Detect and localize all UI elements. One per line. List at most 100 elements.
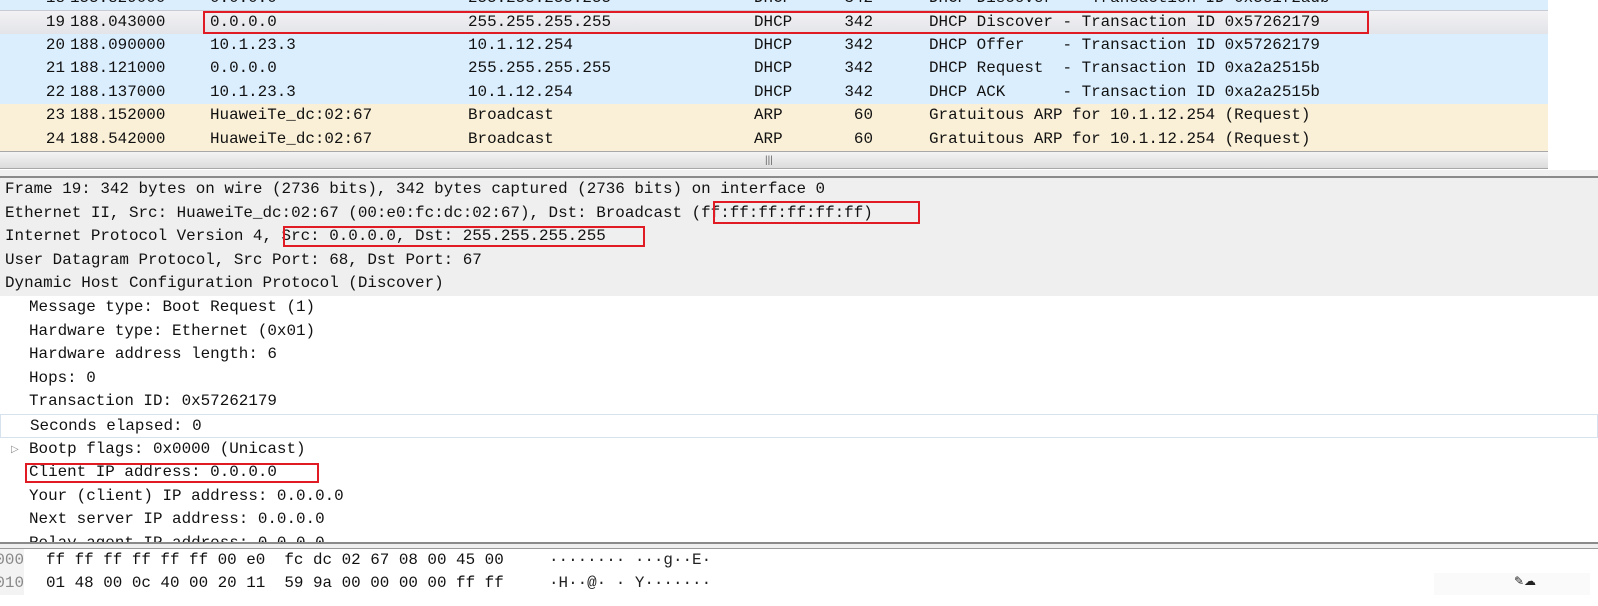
- packet-cell-protocol: ARP: [754, 129, 783, 148]
- packet-cell-no: 18: [46, 0, 65, 10]
- packet-cell-no: 20: [45, 35, 65, 54]
- packet-cell-time: 188.137000: [70, 82, 166, 101]
- field-text: Hops: 0: [29, 368, 96, 387]
- packet-cell-time: 188.121000: [70, 59, 166, 77]
- packet-cell-info: DHCP ACK - Transaction ID 0xa2a2515b: [929, 82, 1320, 101]
- field-text: Hardware address length: 6: [29, 345, 277, 364]
- packet-cell-time: 188.043000: [70, 13, 166, 31]
- tree-item-protocol[interactable]: User Datagram Protocol, Src Port: 68, Ds…: [0, 248, 1598, 273]
- packet-cell-info: DHCP Discover - Transaction ID 0x5726217…: [929, 13, 1320, 31]
- packet-cell-source: 10.1.23.3: [210, 35, 296, 54]
- packet-cell-time: 188.090000: [70, 35, 166, 54]
- packet-cell-source: HuaweiTe_dc:02:67: [210, 106, 373, 124]
- hex-row[interactable]: 0000 ff ff ff ff ff ff 00 e0 fc dc 02 67 …: [0, 549, 1598, 572]
- packet-cell-info: DHCP Discover - Transaction ID 0x5e1f2ad…: [929, 0, 1330, 10]
- tree-item-field[interactable]: Hardware address length: 6: [0, 343, 1598, 367]
- tree-item-protocol[interactable]: Internet Protocol Version 4, Src: 0.0.0.…: [0, 225, 1598, 249]
- field-text: Seconds elapsed: 0: [30, 417, 202, 435]
- packet-cell-info: DHCP Offer - Transaction ID 0x57262179: [929, 35, 1320, 54]
- field-text: Message type: Boot Request (1): [29, 298, 316, 316]
- pane-splitter[interactable]: [0, 170, 1598, 178]
- packet-cell-length: 60: [853, 129, 873, 148]
- packet-cell-destination: 10.1.12.254: [468, 82, 573, 101]
- packet-cell-info: Gratuitous ARP for 10.1.12.254 (Request): [929, 129, 1311, 148]
- packet-cell-length: 342: [844, 82, 873, 101]
- tree-item-field[interactable]: Client IP address: 0.0.0.0: [0, 461, 1598, 485]
- hex-ascii: ·H··@· · Y·······: [549, 574, 712, 592]
- packet-cell-destination: 255.255.255.255: [468, 59, 612, 77]
- status-area: [1434, 573, 1590, 595]
- packet-cell-time: 188.152000: [70, 106, 166, 124]
- packet-row[interactable]: 23 188.152000 HuaweiTe_dc:02:67 Broadcast AR…: [0, 104, 1548, 128]
- packet-cell-source: 0.0.0.0: [210, 13, 277, 31]
- packet-row[interactable]: 20 188.090000 10.1.23.3 10.1.12.254 DHCP 342 D…: [0, 33, 1548, 57]
- expert-info-icon[interactable]: ✎☁: [1514, 574, 1536, 588]
- packet-list-horizontal-scrollbar[interactable]: |||: [0, 151, 1548, 169]
- packet-row[interactable]: 19 188.043000 0.0.0.0 255.255.255.255 DHCP 34…: [0, 10, 1548, 36]
- packet-cell-source: 0.0.0.0: [210, 0, 277, 10]
- packet-cell-destination: Broadcast: [468, 106, 554, 124]
- hex-offset: 0010: [0, 572, 24, 595]
- tree-item-field[interactable]: Next server IP address: 0.0.0.0: [0, 508, 1598, 532]
- packet-cell-destination: 255.255.255.255: [468, 13, 612, 31]
- tree-item-field[interactable]: ▷ Bootp flags: 0x0000 (Unicast): [0, 438, 1598, 462]
- pane-splitter[interactable]: [0, 542, 1598, 549]
- packet-cell-source: 0.0.0.0: [210, 59, 277, 77]
- packet-cell-destination: Broadcast: [468, 129, 554, 148]
- hex-ascii: ········ ···g··E·: [549, 551, 712, 569]
- packet-row[interactable]: 18 155.829000 0.0.0.0 255.255.255.255 DHCP 34…: [0, 0, 1548, 10]
- hex-bytes: ff ff ff ff ff ff 00 e0 fc dc 02 67 08 0…: [46, 551, 504, 569]
- field-text: Your (client) IP address: 0.0.0.0: [29, 486, 344, 505]
- packet-cell-length: 342: [844, 13, 873, 31]
- field-text: Next server IP address: 0.0.0.0: [29, 510, 325, 529]
- tree-item-field[interactable]: Hardware type: Ethernet (0x01): [0, 320, 1598, 344]
- tree-item-field[interactable]: Message type: Boot Request (1): [0, 296, 1598, 320]
- hex-row[interactable]: 0010 01 48 00 0c 40 00 20 11 59 9a 00 00 …: [0, 572, 1598, 595]
- field-text: Client IP address: 0.0.0.0: [29, 463, 277, 482]
- tree-item-protocol[interactable]: Ethernet II, Src: HuaweiTe_dc:02:67 (00:…: [0, 201, 1598, 226]
- packet-cell-length: 342: [844, 35, 873, 54]
- packet-cell-protocol: DHCP: [754, 59, 793, 77]
- field-text: Relay agent IP address: 0.0.0.0: [29, 534, 325, 542]
- packet-cell-info: Gratuitous ARP for 10.1.12.254 (Request): [929, 106, 1311, 124]
- hex-bytes: 01 48 00 0c 40 00 20 11 59 9a 00 00 00 0…: [46, 574, 504, 592]
- packet-cell-length: 342: [844, 59, 873, 77]
- packet-row[interactable]: 22 188.137000 10.1.23.3 10.1.12.254 DHCP 342 D…: [0, 80, 1548, 104]
- tree-item-protocol[interactable]: Dynamic Host Configuration Protocol (Dis…: [0, 272, 1598, 296]
- field-text: Bootp flags: 0x0000 (Unicast): [29, 439, 306, 458]
- tree-item-field[interactable]: Seconds elapsed: 0: [0, 414, 1598, 438]
- packet-cell-no: 23: [45, 106, 65, 124]
- packet-row[interactable]: 24 188.542000 HuaweiTe_dc:02:67 Broadcast AR…: [0, 127, 1548, 151]
- tree-item-field[interactable]: Transaction ID: 0x57262179: [0, 390, 1598, 414]
- packet-cell-source: HuaweiTe_dc:02:67: [210, 129, 373, 148]
- field-text: Hardware type: Ethernet (0x01): [29, 321, 316, 340]
- packet-list: 18 155.829000 0.0.0.0 255.255.255.255 DHCP 34…: [0, 0, 1548, 151]
- packet-cell-no: 19: [45, 13, 65, 31]
- packet-cell-length: 60: [853, 106, 873, 124]
- packet-cell-protocol: DHCP: [754, 13, 793, 31]
- packet-bytes-pane: 0000 ff ff ff ff ff ff 00 e0 fc dc 02 67 …: [0, 549, 1598, 606]
- packet-cell-time: 188.542000: [70, 129, 166, 148]
- packet-cell-info: DHCP Request - Transaction ID 0xa2a2515b: [929, 59, 1320, 77]
- packet-cell-protocol: DHCP: [754, 35, 793, 54]
- packet-cell-destination: 10.1.12.254: [468, 35, 573, 54]
- packet-cell-no: 24: [45, 129, 65, 148]
- packet-cell-protocol: DHCP: [754, 0, 792, 10]
- packet-cell-length: 342: [844, 0, 873, 10]
- packet-cell-protocol: DHCP: [754, 82, 793, 101]
- tree-item-protocol[interactable]: Frame 19: 342 bytes on wire (2736 bits),…: [0, 178, 1598, 202]
- packet-cell-source: 10.1.23.3: [210, 82, 296, 101]
- packet-cell-destination: 255.255.255.255: [468, 0, 611, 10]
- packet-details-tree: Frame 19: 342 bytes on wire (2736 bits),…: [0, 178, 1598, 542]
- hex-offset: 0000: [0, 549, 24, 572]
- packet-cell-no: 21: [45, 59, 65, 77]
- tree-item-field[interactable]: Relay agent IP address: 0.0.0.0: [0, 532, 1598, 542]
- tree-item-field[interactable]: Your (client) IP address: 0.0.0.0: [0, 485, 1598, 509]
- packet-list-margin: [1548, 0, 1598, 170]
- packet-row[interactable]: 21 188.121000 0.0.0.0 255.255.255.255 DHCP 34…: [0, 57, 1548, 81]
- tree-item-field[interactable]: Hops: 0: [0, 367, 1598, 391]
- expand-arrow-icon[interactable]: ▷: [11, 438, 19, 462]
- packet-cell-no: 22: [45, 82, 65, 101]
- packet-cell-time: 155.829000: [70, 0, 165, 10]
- scrollbar-thumb-grip[interactable]: |||: [765, 155, 773, 166]
